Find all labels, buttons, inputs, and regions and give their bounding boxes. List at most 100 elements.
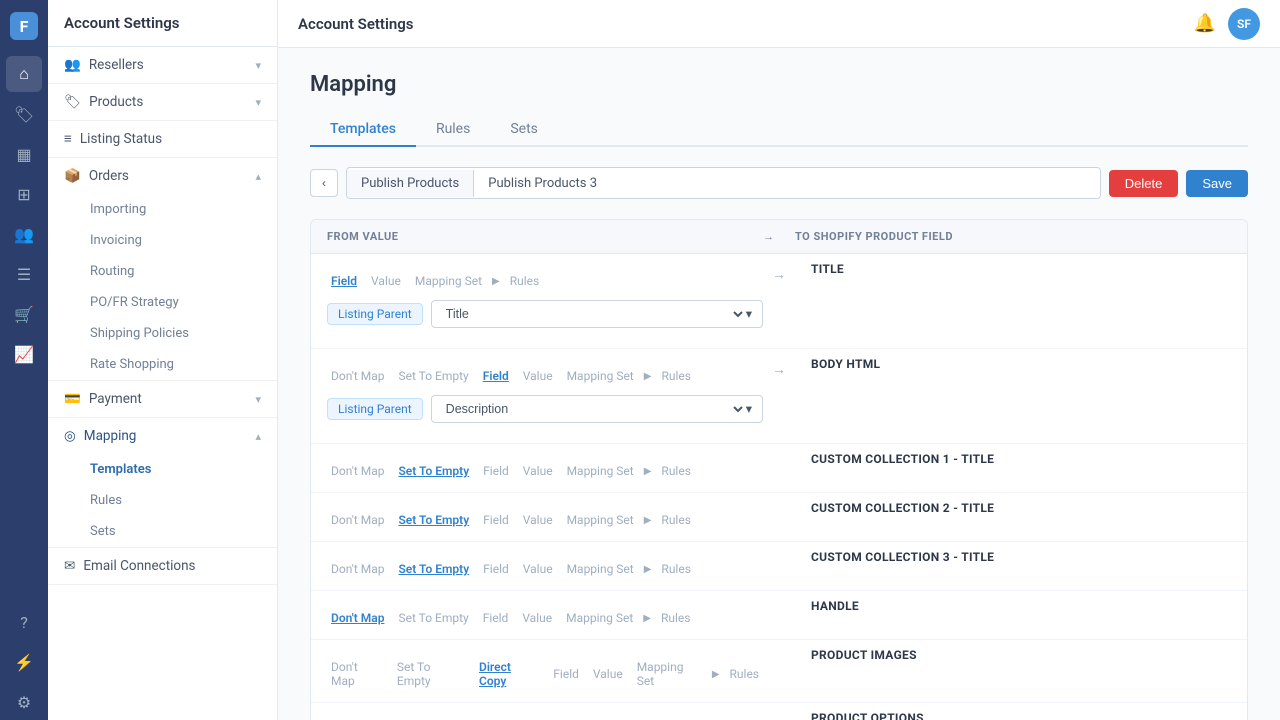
sidebar-item-sets[interactable]: Sets [48,516,277,547]
control-field-2[interactable]: Field [479,367,513,385]
tab-rules[interactable]: Rules [416,113,490,147]
control-field-6[interactable]: Field [479,609,513,627]
nav-icon-grid[interactable]: ⊞ [6,176,42,212]
control-dont-map-2[interactable]: Don't Map [327,367,388,385]
products-chevron-icon: ▾ [255,96,261,109]
control-set-to-empty-5[interactable]: Set To Empty [394,560,473,578]
nav-item-orders[interactable]: 📦 Orders ▴ [48,158,277,194]
nav-item-resellers[interactable]: 👥 Resellers ▾ [48,47,277,83]
control-rules-2[interactable]: Rules [657,367,694,385]
control-mapping-set-7[interactable]: Mapping Set [633,658,706,690]
notifications-icon[interactable]: 🔔 [1194,13,1216,34]
mapping-row-title: Field Value Mapping Set ▶ Rules Listing … [311,254,1247,349]
sidebar-item-rate-shopping[interactable]: Rate Shopping [48,349,277,380]
control-value-5[interactable]: Value [519,560,557,578]
nav-icon-bolt[interactable]: ⚡ [6,644,42,680]
field-tag-1[interactable]: Listing Parent [327,303,423,325]
control-field-3[interactable]: Field [479,462,513,480]
field-dropdown-1[interactable]: Title ▾ [431,300,763,328]
control-set-to-empty-4[interactable]: Set To Empty [394,511,473,529]
user-avatar[interactable]: SF [1228,8,1260,40]
control-field-5[interactable]: Field [479,560,513,578]
back-button[interactable]: ‹ [310,169,338,197]
control-rules-1[interactable]: Rules [506,272,543,290]
control-mapping-set-6[interactable]: Mapping Set [562,609,637,627]
mapping-row-custom-collection-3: Don't Map Set To Empty Field Value Mappi… [311,542,1247,591]
control-dont-map-5[interactable]: Don't Map [327,560,388,578]
nav-icon-users[interactable]: 👥 [6,216,42,252]
breadcrumb-parent[interactable]: Publish Products [347,170,474,197]
control-mapping-set-1[interactable]: Mapping Set [411,272,486,290]
page-title: Mapping [310,72,1248,97]
mapping-table: FROM VALUE → TO SHOPIFY PRODUCT FIELD Fi… [310,219,1248,720]
nav-icon-cart[interactable]: 🛒 [6,296,42,332]
control-rules-4[interactable]: Rules [657,511,694,529]
control-rules-7[interactable]: Rules [726,665,763,683]
tabs-container: Templates Rules Sets [310,113,1248,147]
listing-status-icon: ≡ [64,131,72,147]
control-direct-copy-7[interactable]: Direct Copy [475,658,543,690]
control-arrow-2: ▶ [644,371,652,382]
control-dont-map-6[interactable]: Don't Map [327,609,388,627]
nav-icon-gear[interactable]: ⚙ [6,684,42,720]
control-arrow-4: ▶ [644,515,652,526]
to-field-header: TO SHOPIFY PRODUCT FIELD [795,230,1231,243]
field-tag-2[interactable]: Listing Parent [327,398,423,420]
resellers-icon: 👥 [64,57,81,73]
app-logo[interactable]: F [10,12,38,40]
nav-icon-list[interactable]: ☰ [6,256,42,292]
save-button[interactable]: Save [1186,170,1248,197]
control-rules-5[interactable]: Rules [657,560,694,578]
control-field-4[interactable]: Field [479,511,513,529]
top-bar: Account Settings 🔔 SF [278,0,1280,48]
sidebar-item-rules[interactable]: Rules [48,485,277,516]
nav-item-mapping[interactable]: ◎ Mapping ▴ [48,418,277,454]
control-set-to-empty-6[interactable]: Set To Empty [394,609,472,627]
nav-item-payment[interactable]: 💳 Payment ▾ [48,381,277,417]
sidebar-item-templates[interactable]: Templates [48,454,277,485]
control-value-2[interactable]: Value [519,367,557,385]
control-mapping-set-2[interactable]: Mapping Set [563,367,638,385]
control-dont-map-3[interactable]: Don't Map [327,462,388,480]
control-set-to-empty-2[interactable]: Set To Empty [394,367,472,385]
control-set-to-empty-7[interactable]: Set To Empty [393,658,469,690]
nav-icon-chart[interactable]: 📈 [6,336,42,372]
control-value-3[interactable]: Value [519,462,557,480]
nav-item-products[interactable]: 🏷 Products ▾ [48,84,277,120]
control-value-4[interactable]: Value [519,511,557,529]
tab-templates[interactable]: Templates [310,113,416,147]
control-value-6[interactable]: Value [518,609,556,627]
breadcrumb-current[interactable]: Publish Products 3 [474,170,1100,197]
sidebar-item-importing[interactable]: Importing [48,194,277,225]
arrow-header: → [763,230,795,243]
control-set-to-empty-3[interactable]: Set To Empty [394,462,473,480]
nav-item-listing-status[interactable]: ≡ Listing Status [48,121,277,157]
mapping-row-handle: Don't Map Set To Empty Field Value Mappi… [311,591,1247,640]
field-dropdown-2[interactable]: Description ▾ [431,395,763,423]
nav-item-mapping-label: Mapping [84,428,137,444]
control-mapping-set-5[interactable]: Mapping Set [563,560,638,578]
control-value-7[interactable]: Value [589,665,627,683]
tab-sets[interactable]: Sets [490,113,558,147]
control-dont-map-7[interactable]: Don't Map [327,658,387,690]
arrow-col-4 [763,493,795,505]
sidebar-item-invoicing[interactable]: Invoicing [48,225,277,256]
sidebar-item-po-fr-strategy[interactable]: PO/FR Strategy [48,287,277,318]
nav-icon-question[interactable]: ? [6,604,42,640]
delete-button[interactable]: Delete [1109,170,1179,197]
control-field-1[interactable]: Field [327,272,361,290]
control-field-7[interactable]: Field [549,665,583,683]
nav-icon-inbox[interactable]: ▦ [6,136,42,172]
sidebar-item-shipping-policies[interactable]: Shipping Policies [48,318,277,349]
control-rules-3[interactable]: Rules [657,462,694,480]
sidebar-item-routing[interactable]: Routing [48,256,277,287]
control-mapping-set-4[interactable]: Mapping Set [563,511,638,529]
control-rules-6[interactable]: Rules [657,609,694,627]
control-dont-map-4[interactable]: Don't Map [327,511,388,529]
nav-icon-home[interactable]: ⌂ [6,56,42,92]
control-value-1[interactable]: Value [367,272,405,290]
nav-item-email-connections[interactable]: ✉ Email Connections [48,548,277,584]
control-mapping-set-3[interactable]: Mapping Set [563,462,638,480]
nav-icon-tag[interactable]: 🏷 [6,96,42,132]
arrow-col-1: → [763,254,795,283]
